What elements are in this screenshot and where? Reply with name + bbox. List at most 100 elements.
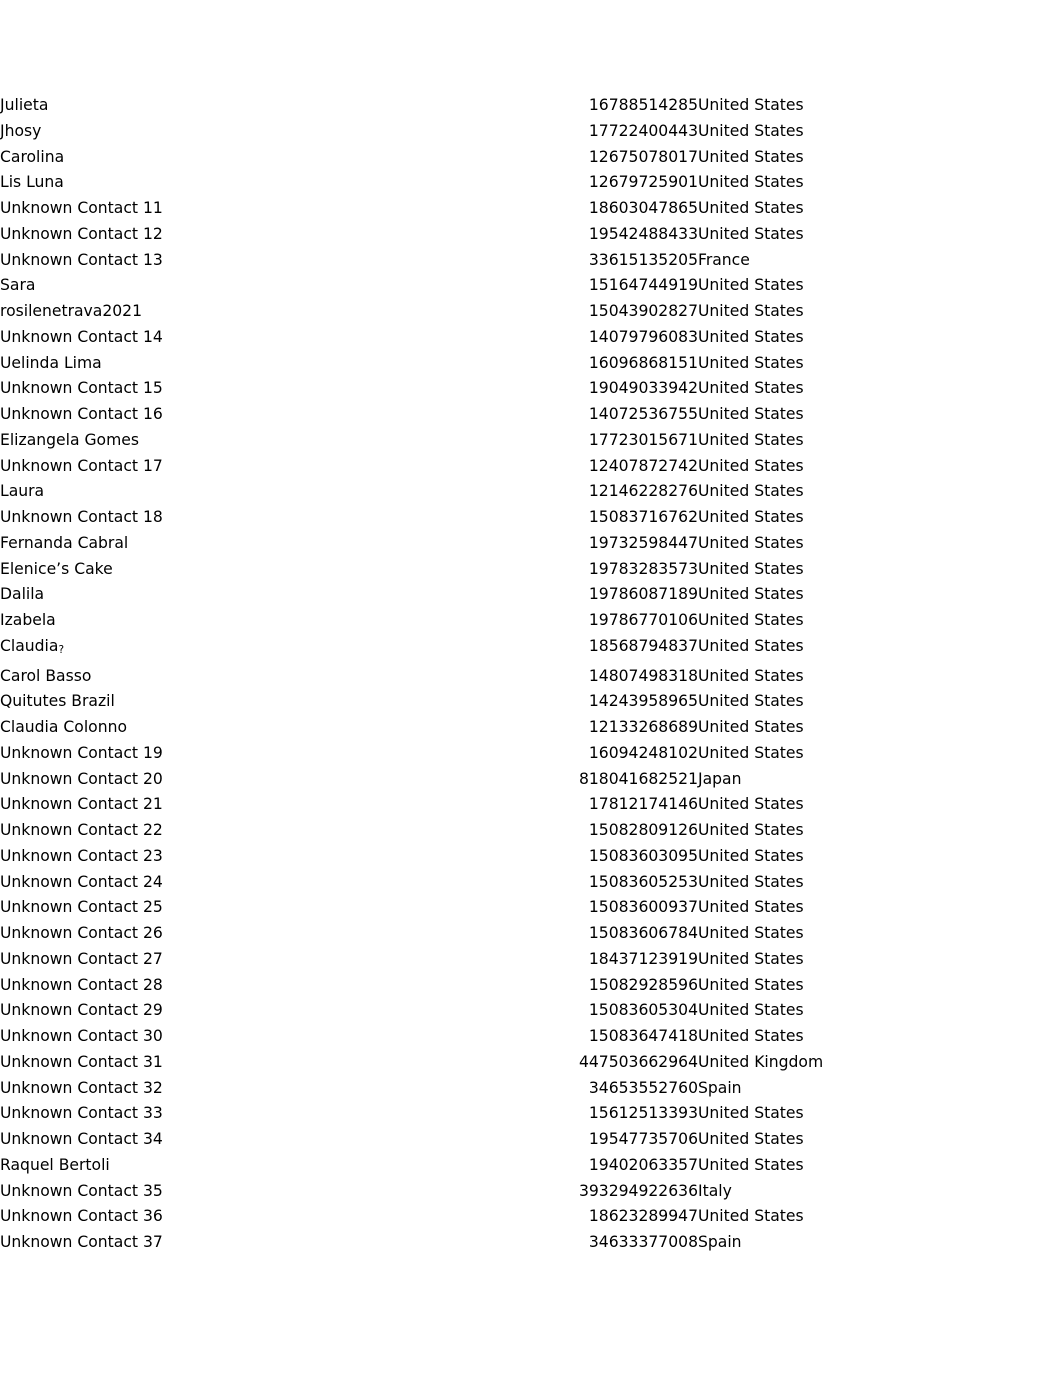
contact-name: Julieta <box>0 96 49 114</box>
contact-phone: 15164744919 <box>588 276 698 295</box>
contact-phone: 15612513393 <box>588 1104 698 1123</box>
contact-phone: 12146228276 <box>588 482 698 501</box>
contact-country: United States <box>698 1027 804 1045</box>
contact-row: Unknown Contact 37 34633377008 Spain <box>0 1230 1062 1256</box>
contact-phone: 33615135205 <box>588 250 698 269</box>
contact-row: Unknown Contact 19 16094248102 United Stat… <box>0 741 1062 767</box>
contact-phone: 15082809126 <box>588 821 698 839</box>
contact-name: Raquel Bertoli <box>0 1155 110 1174</box>
contact-row: Laura 12146228276 United States <box>0 479 1062 505</box>
contact-row: Claudia Colonno 12133268689 United States <box>0 715 1062 741</box>
contact-country: United States <box>698 276 804 295</box>
contact-country: United States <box>698 430 804 449</box>
contact-row: Lis Luna 12679725901 United States <box>0 170 1062 196</box>
contact-name: Unknown Contact 25 <box>0 898 163 917</box>
contact-country: Italy <box>698 1181 732 1200</box>
contact-country: United States <box>698 975 804 994</box>
contact-country: United States <box>698 795 804 814</box>
contact-name: Carol Basso <box>0 666 92 685</box>
contact-phone: 15083600937 <box>588 898 698 917</box>
contact-country: United States <box>698 121 804 140</box>
contact-name: Unknown Contact 34 <box>0 1130 163 1148</box>
contact-row: Unknown Contact 26 15083606784 United Stat… <box>0 921 1062 947</box>
contact-row: Unknown Contact 31 447503662964 United Kin… <box>0 1050 1062 1076</box>
contact-row: Unknown Contact 17 12407872742 United Stat… <box>0 454 1062 480</box>
contact-phone: 17812174146 <box>588 795 698 814</box>
contact-row: Elenice’s Cake 19783283573 United States <box>0 557 1062 583</box>
contact-phone: 15083606784 <box>588 924 698 942</box>
contact-phone: 19049033942 <box>588 379 698 398</box>
contact-row: Dalila 19786087189 United States <box>0 582 1062 608</box>
contact-country: United States <box>698 1130 804 1148</box>
contact-phone: 393294922636 <box>578 1181 698 1200</box>
contact-name: Dalila <box>0 585 45 604</box>
contact-row: Unknown Contact 34 19547735706 United Stat… <box>0 1127 1062 1153</box>
contact-phone: 15043902827 <box>588 302 698 320</box>
contact-name: Laura <box>0 482 45 501</box>
contact-country: United States <box>698 821 804 839</box>
contact-phone: 19786770106 <box>588 611 698 629</box>
contact-name: Unknown Contact 33 <box>0 1104 163 1123</box>
contact-phone: 19732598447 <box>588 533 698 552</box>
contact-phone: 17723015671 <box>588 430 698 449</box>
contact-country: United States <box>698 405 804 423</box>
contact-phone: 15082928596 <box>588 975 698 994</box>
contact-row: Unknown Contact 33 15612513393 United Stat… <box>0 1101 1062 1127</box>
contact-phone: 19783283573 <box>588 559 698 578</box>
contact-country: United States <box>698 327 804 346</box>
contact-row: rosilenetrava2021 15043902827 United State… <box>0 299 1062 325</box>
contact-name: Unknown Contact 29 <box>0 1001 163 1020</box>
contact-name: Unknown Contact 12 <box>0 224 163 243</box>
contact-row: Unknown Contact 15 19049033942 United Stat… <box>0 376 1062 402</box>
contact-name: Unknown Contact 14 <box>0 327 163 346</box>
contact-row: Claudia? 18568794837 United States <box>0 634 1062 664</box>
contact-phone: 18437123919 <box>588 949 698 968</box>
contact-row: Unknown Contact 32 34653552760 Spain <box>0 1076 1062 1102</box>
contact-name: Unknown Contact 30 <box>0 1027 163 1045</box>
contact-name: Sara <box>0 276 36 295</box>
contact-phone: 16788514285 <box>588 96 698 114</box>
contact-country: United States <box>698 924 804 942</box>
contact-country: United States <box>698 1001 804 1020</box>
contact-country: United States <box>698 743 804 762</box>
contact-name: Claudia? <box>0 636 65 656</box>
contact-name: Unknown Contact 32 <box>0 1078 163 1097</box>
contact-country: United States <box>698 96 804 114</box>
contact-phone: 12675078017 <box>588 147 698 166</box>
contact-phone: 16094248102 <box>588 743 698 762</box>
contact-row: Unknown Contact 11 18603047865 United Stat… <box>0 196 1062 222</box>
contact-phone: 19542488433 <box>588 224 698 243</box>
contact-country: United States <box>698 173 804 192</box>
contact-name: Elenice’s Cake <box>0 559 113 578</box>
contact-phone: 16096868151 <box>588 353 698 372</box>
contact-country: Japan <box>698 769 742 788</box>
contact-name: Unknown Contact 37 <box>0 1233 163 1251</box>
contact-country: Spain <box>698 1078 742 1097</box>
contact-country: United States <box>698 533 804 552</box>
contact-phone: 14072536755 <box>588 405 698 423</box>
contact-phone: 15083605253 <box>588 872 698 891</box>
contact-row: Unknown Contact 35 393294922636 Italy <box>0 1179 1062 1205</box>
contact-country: United States <box>698 559 804 578</box>
contact-row: Jhosy 17722400443 United States <box>0 119 1062 145</box>
contact-name: Carolina <box>0 147 65 166</box>
contact-row: Julieta 16788514285 United States <box>0 93 1062 119</box>
contact-country: France <box>698 250 750 269</box>
contact-name: Unknown Contact 20 <box>0 769 163 788</box>
contact-phone: 818041682521 <box>578 769 698 788</box>
contact-phone: 12679725901 <box>588 173 698 192</box>
contact-table-body: Julieta 16788514285 United States Jhosy 1772… <box>0 93 1062 1256</box>
missing-glyph-icon: ? <box>58 643 65 656</box>
contact-country: United Kingdom <box>698 1052 824 1071</box>
contact-country: United States <box>698 872 804 891</box>
contact-name: Unknown Contact 13 <box>0 250 163 269</box>
contact-phone: 15083647418 <box>588 1027 698 1045</box>
contact-country: United States <box>698 1155 804 1174</box>
contact-phone: 14807498318 <box>588 666 698 685</box>
contact-country: United States <box>698 585 804 604</box>
contact-country: United States <box>698 147 804 166</box>
contact-row: Unknown Contact 30 15083647418 United Stat… <box>0 1024 1062 1050</box>
contact-row: Sara 15164744919 United States <box>0 273 1062 299</box>
contact-country: United States <box>698 846 804 865</box>
contact-country: United States <box>698 224 804 243</box>
